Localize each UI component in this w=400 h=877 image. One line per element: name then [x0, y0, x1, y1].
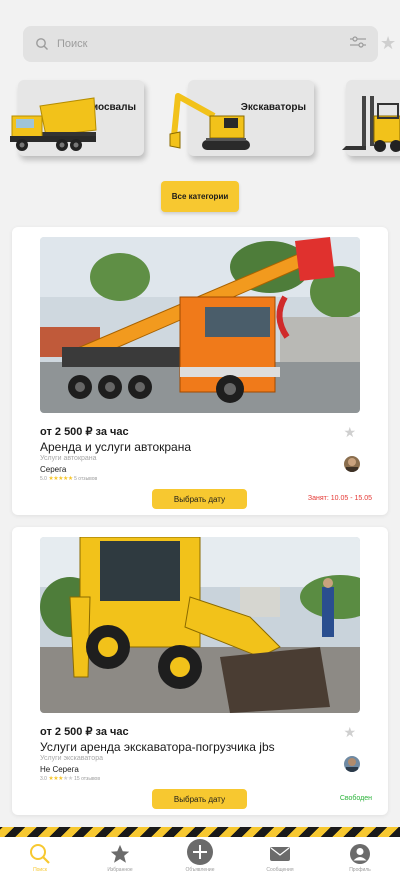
listing-card[interactable]: от 2 500 ₽ за час ★ Услуги аренда экскав… — [12, 527, 388, 815]
excavator-image — [169, 93, 250, 150]
star-icon[interactable]: ★ — [380, 34, 396, 52]
search-icon — [29, 843, 51, 865]
tab-label: Профиль — [349, 867, 371, 873]
listing-rating: 3.0 ★★★★★ 15 отзывов — [40, 775, 100, 782]
tab-bar: Поиск Избранное Объявление Сообщения Про… — [0, 837, 400, 877]
status-badge: Занят: 10.05 - 15.05 — [307, 495, 372, 502]
search-icon — [35, 37, 49, 51]
rating-value: 5.0 — [40, 476, 47, 482]
listing-photo-crane — [40, 237, 360, 413]
listing-price: от 2 500 ₽ за час — [40, 426, 129, 438]
tab-favorites[interactable]: Избранное — [80, 837, 160, 877]
tab-label: Поиск — [33, 867, 47, 873]
choose-date-button[interactable]: Выбрать дату — [152, 489, 247, 509]
listing-author[interactable]: Серега — [40, 465, 66, 474]
listing-rating: 5.0 ★★★★★ 5 отзывов — [40, 475, 97, 482]
rating-stars: ★★★★★ — [48, 776, 73, 782]
listing-title[interactable]: Услуги аренда экскаватора-погрузчика jbs — [40, 740, 275, 754]
tab-messages[interactable]: Сообщения — [240, 837, 320, 877]
filter-icon[interactable] — [350, 35, 366, 53]
tab-label: Сообщения — [266, 867, 294, 873]
choose-date-button[interactable]: Выбрать дату — [152, 789, 247, 809]
user-icon — [349, 843, 371, 865]
tab-profile[interactable]: Профиль — [320, 837, 400, 877]
listing-title[interactable]: Аренда и услуги автокрана — [40, 440, 191, 454]
listing-card[interactable]: от 2 500 ₽ за час ★ Аренда и услуги авто… — [12, 227, 388, 515]
favorite-star-icon[interactable]: ★ — [343, 424, 356, 441]
status-badge: Свободен — [339, 795, 372, 802]
rating-value: 3.0 — [40, 776, 47, 782]
tab-label: Объявление — [185, 867, 215, 873]
search-input[interactable]: Поиск — [57, 38, 350, 50]
all-categories-button[interactable]: Все категории — [161, 181, 239, 212]
forklift-image — [342, 96, 400, 152]
mail-icon — [269, 843, 291, 865]
rating-stars: ★★★★★ — [48, 476, 73, 482]
tab-search[interactable]: Поиск — [0, 837, 80, 877]
hazard-stripe — [0, 827, 400, 837]
category-carousel[interactable]: Самосвалы Экскаваторы — [0, 76, 400, 166]
listing-photo-backhoe — [40, 537, 360, 713]
avatar[interactable] — [344, 756, 360, 772]
star-icon — [109, 843, 131, 865]
tab-label: Избранное — [107, 867, 133, 873]
reviews-count: 15 отзывов — [74, 776, 100, 782]
listing-author[interactable]: Не Серега — [40, 765, 79, 774]
listing-subtitle: Услуги экскаватора — [40, 755, 103, 762]
listing-price: от 2 500 ₽ за час — [40, 726, 129, 738]
favorite-star-icon[interactable]: ★ — [343, 724, 356, 741]
plus-circle-icon — [186, 839, 214, 865]
tab-new-listing[interactable]: Объявление — [160, 837, 240, 877]
listing-subtitle: Услуги автокрана — [40, 455, 97, 462]
dump-truck-image — [10, 97, 97, 151]
search-bar[interactable]: Поиск — [23, 26, 378, 62]
avatar[interactable] — [344, 456, 360, 472]
reviews-count: 5 отзывов — [74, 476, 98, 482]
